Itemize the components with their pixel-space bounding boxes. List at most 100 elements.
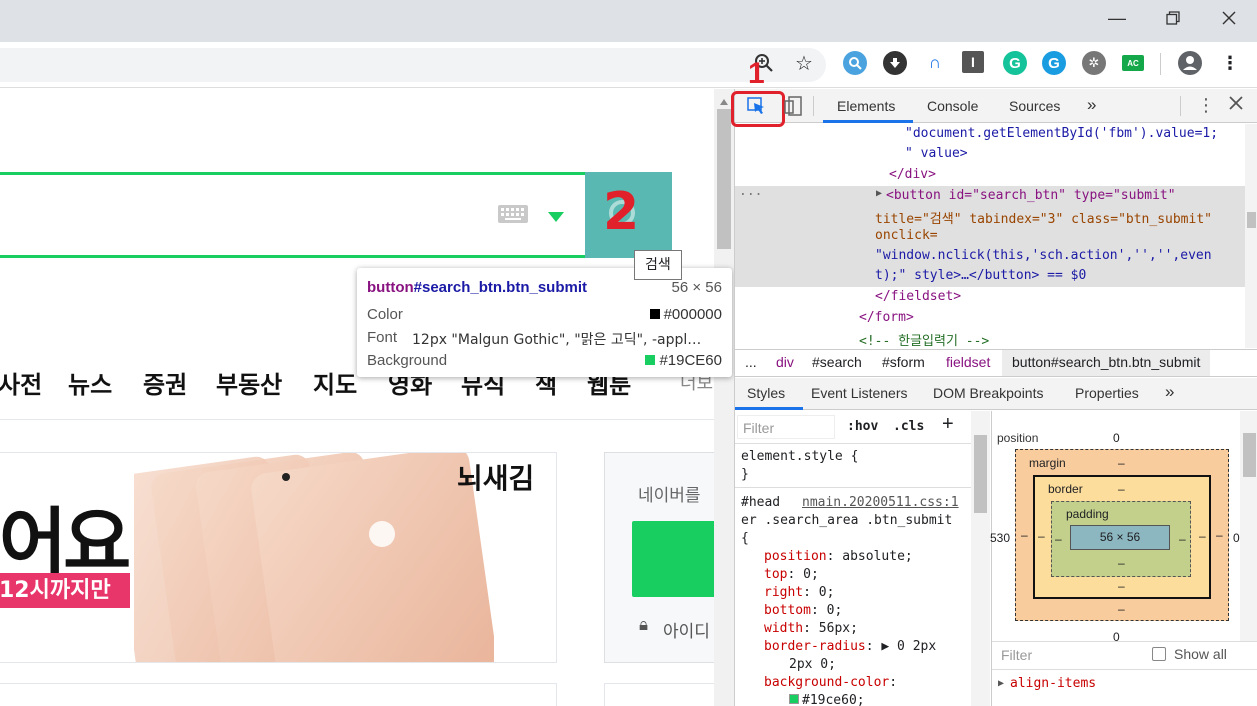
hov-toggle[interactable]: :hov [847, 419, 878, 434]
restore-icon[interactable] [1145, 0, 1201, 36]
devtools-close-icon[interactable] [1229, 96, 1243, 113]
rule-source-link[interactable]: nmain.20200511.css:1 [802, 495, 959, 510]
ac-ext-icon[interactable]: AC [1122, 55, 1144, 71]
autocomplete-chevron-icon[interactable] [548, 210, 564, 225]
declaration[interactable]: right: 0; [764, 585, 834, 600]
position-left-value: 530 [990, 531, 1011, 545]
nav-divider [0, 419, 714, 420]
styles-scrollbar-thumb[interactable] [974, 435, 987, 513]
minimize-icon[interactable]: — [1089, 0, 1145, 36]
profile-icon[interactable] [1178, 51, 1202, 75]
new-rule-icon[interactable]: + [942, 413, 954, 436]
tooltip-background-value: #19CE60 [645, 352, 722, 369]
tooltip-background-label: Background [367, 352, 448, 369]
computed-divider [992, 669, 1257, 670]
ad-banner[interactable]: 어요 12시까지만 뇌새김 [0, 452, 557, 663]
nav-dictionary[interactable]: 사전 [0, 365, 42, 400]
nav-stock[interactable]: 증권 [143, 365, 187, 400]
computed-property[interactable]: align-items [1010, 676, 1096, 691]
rule-selector[interactable]: #head [741, 495, 780, 510]
declaration[interactable]: position: absolute; [764, 549, 913, 564]
nav-news[interactable]: 뉴스 [68, 365, 112, 400]
element-style[interactable]: element.style { [741, 449, 858, 464]
declaration[interactable]: top: 0; [764, 567, 819, 582]
padding-box[interactable]: padding – – – 56 × 56 [1051, 501, 1191, 577]
border-label: border [1048, 482, 1083, 496]
tab-elements[interactable]: Elements [837, 98, 895, 114]
breadcrumb-item[interactable]: #search [812, 354, 862, 370]
bookmark-star-icon[interactable]: ☆ [792, 51, 816, 75]
device-toolbar-icon[interactable] [783, 95, 803, 120]
dom-scrollbar-thumb[interactable] [1247, 212, 1256, 228]
scroll-up-icon[interactable] [720, 93, 728, 108]
margin-box[interactable]: margin – – – – border – – – – padding – … [1015, 449, 1229, 621]
text-ext-icon[interactable]: I [962, 51, 984, 73]
declaration[interactable]: border-radius: ▶ 0 2px [764, 639, 936, 654]
tab-properties[interactable]: Properties [1075, 385, 1139, 401]
tab-dom-breakpoints[interactable]: DOM Breakpoints [933, 385, 1043, 401]
film-reel-icon[interactable]: ✲ [1082, 51, 1106, 75]
styles-tab-bar: Styles Event Listeners DOM Breakpoints P… [735, 378, 1257, 410]
more-subtabs-icon[interactable]: » [1165, 382, 1174, 402]
headphones-ext-icon[interactable]: ∩ [923, 51, 947, 75]
toolbar-divider [1160, 53, 1161, 75]
boxmodel-scrollbar-thumb[interactable] [1243, 433, 1256, 477]
position-top-value: 0 [1113, 431, 1120, 445]
breadcrumb: ... div #search #sform fieldset button#s… [735, 349, 1257, 377]
dom-ellipsis[interactable]: ... [739, 184, 762, 199]
more-tabs-icon[interactable]: » [1087, 95, 1096, 115]
tab-console[interactable]: Console [927, 98, 978, 114]
styles-filter-input[interactable]: Filter [737, 415, 835, 439]
tab-event-listeners[interactable]: Event Listeners [811, 385, 908, 401]
declaration[interactable]: width: 56px; [764, 621, 858, 636]
dom-line: " value> [905, 146, 968, 161]
login-button[interactable] [632, 521, 714, 597]
grammarly-icon[interactable]: G [1003, 51, 1027, 75]
cls-toggle[interactable]: .cls [893, 419, 924, 434]
position-label: position [997, 431, 1039, 445]
scrollbar-thumb[interactable] [717, 109, 731, 249]
background-swatch [645, 355, 656, 365]
download-ext-icon[interactable] [883, 51, 907, 75]
page-scrollbar[interactable] [714, 89, 734, 706]
tooltip-size: 56 × 56 [671, 279, 722, 296]
declaration[interactable]: background-color: [764, 675, 897, 690]
color-swatch[interactable] [789, 694, 799, 704]
tab-styles[interactable]: Styles [747, 385, 785, 401]
box-model-pane: position 0 530 0 0 margin – – – – border… [990, 411, 1257, 706]
address-bar[interactable] [0, 48, 826, 82]
search-ext-icon[interactable] [843, 51, 867, 75]
rule-selector[interactable]: er .search_area .btn_submit [741, 513, 952, 528]
devtools-menu-icon[interactable]: ⋮ [1197, 95, 1215, 116]
kebab-menu-icon[interactable]: ⋮ [1218, 51, 1242, 75]
breadcrumb-item[interactable]: div [776, 354, 794, 370]
keyboard-icon[interactable] [498, 205, 528, 223]
expand-arrow-icon[interactable]: ▶ [876, 188, 882, 199]
breadcrumb-item[interactable]: #sform [882, 354, 925, 370]
devtools-panel: 1 Elements Console Sources » ⋮ "document… [731, 57, 1257, 706]
border-box[interactable]: border – – – – padding – – – 56 × 56 [1033, 475, 1211, 599]
content-box-size[interactable]: 56 × 56 [1070, 525, 1170, 550]
breadcrumb-item-active[interactable]: button#search_btn.btn_submit [1002, 350, 1211, 376]
show-all-checkbox[interactable] [1152, 647, 1166, 661]
margin-bottom-value: – [1118, 602, 1125, 616]
margin-left-value: – [1021, 528, 1028, 542]
nav-realestate[interactable]: 부동산 [216, 365, 282, 400]
grammarly-g-icon[interactable]: G [1042, 51, 1066, 75]
tab-sources[interactable]: Sources [1009, 98, 1060, 114]
tooltip-font-value: 12px "Malgun Gothic", "맑은 고딕", -appl… [412, 332, 702, 348]
breadcrumb-item[interactable]: ... [745, 354, 757, 370]
dom-scrollbar[interactable] [1245, 124, 1257, 348]
breadcrumb-item[interactable]: fieldset [946, 354, 990, 370]
search-button[interactable]: 2 [585, 172, 672, 258]
expand-arrow-icon[interactable]: ▶ [998, 678, 1004, 689]
declaration[interactable]: bottom: 0; [764, 603, 842, 618]
nav-map[interactable]: 지도 [313, 365, 357, 400]
close-icon[interactable] [1201, 0, 1257, 36]
styles-scrollbar[interactable] [971, 411, 990, 706]
boxmodel-scrollbar[interactable] [1240, 411, 1257, 641]
search-input[interactable] [0, 172, 672, 258]
login-id-label[interactable]: 아이디 [663, 617, 710, 642]
dom-selected-line: title="검색" tabindex="3" class="btn_submi… [875, 212, 1212, 227]
computed-filter-input[interactable]: Filter [1001, 647, 1032, 663]
